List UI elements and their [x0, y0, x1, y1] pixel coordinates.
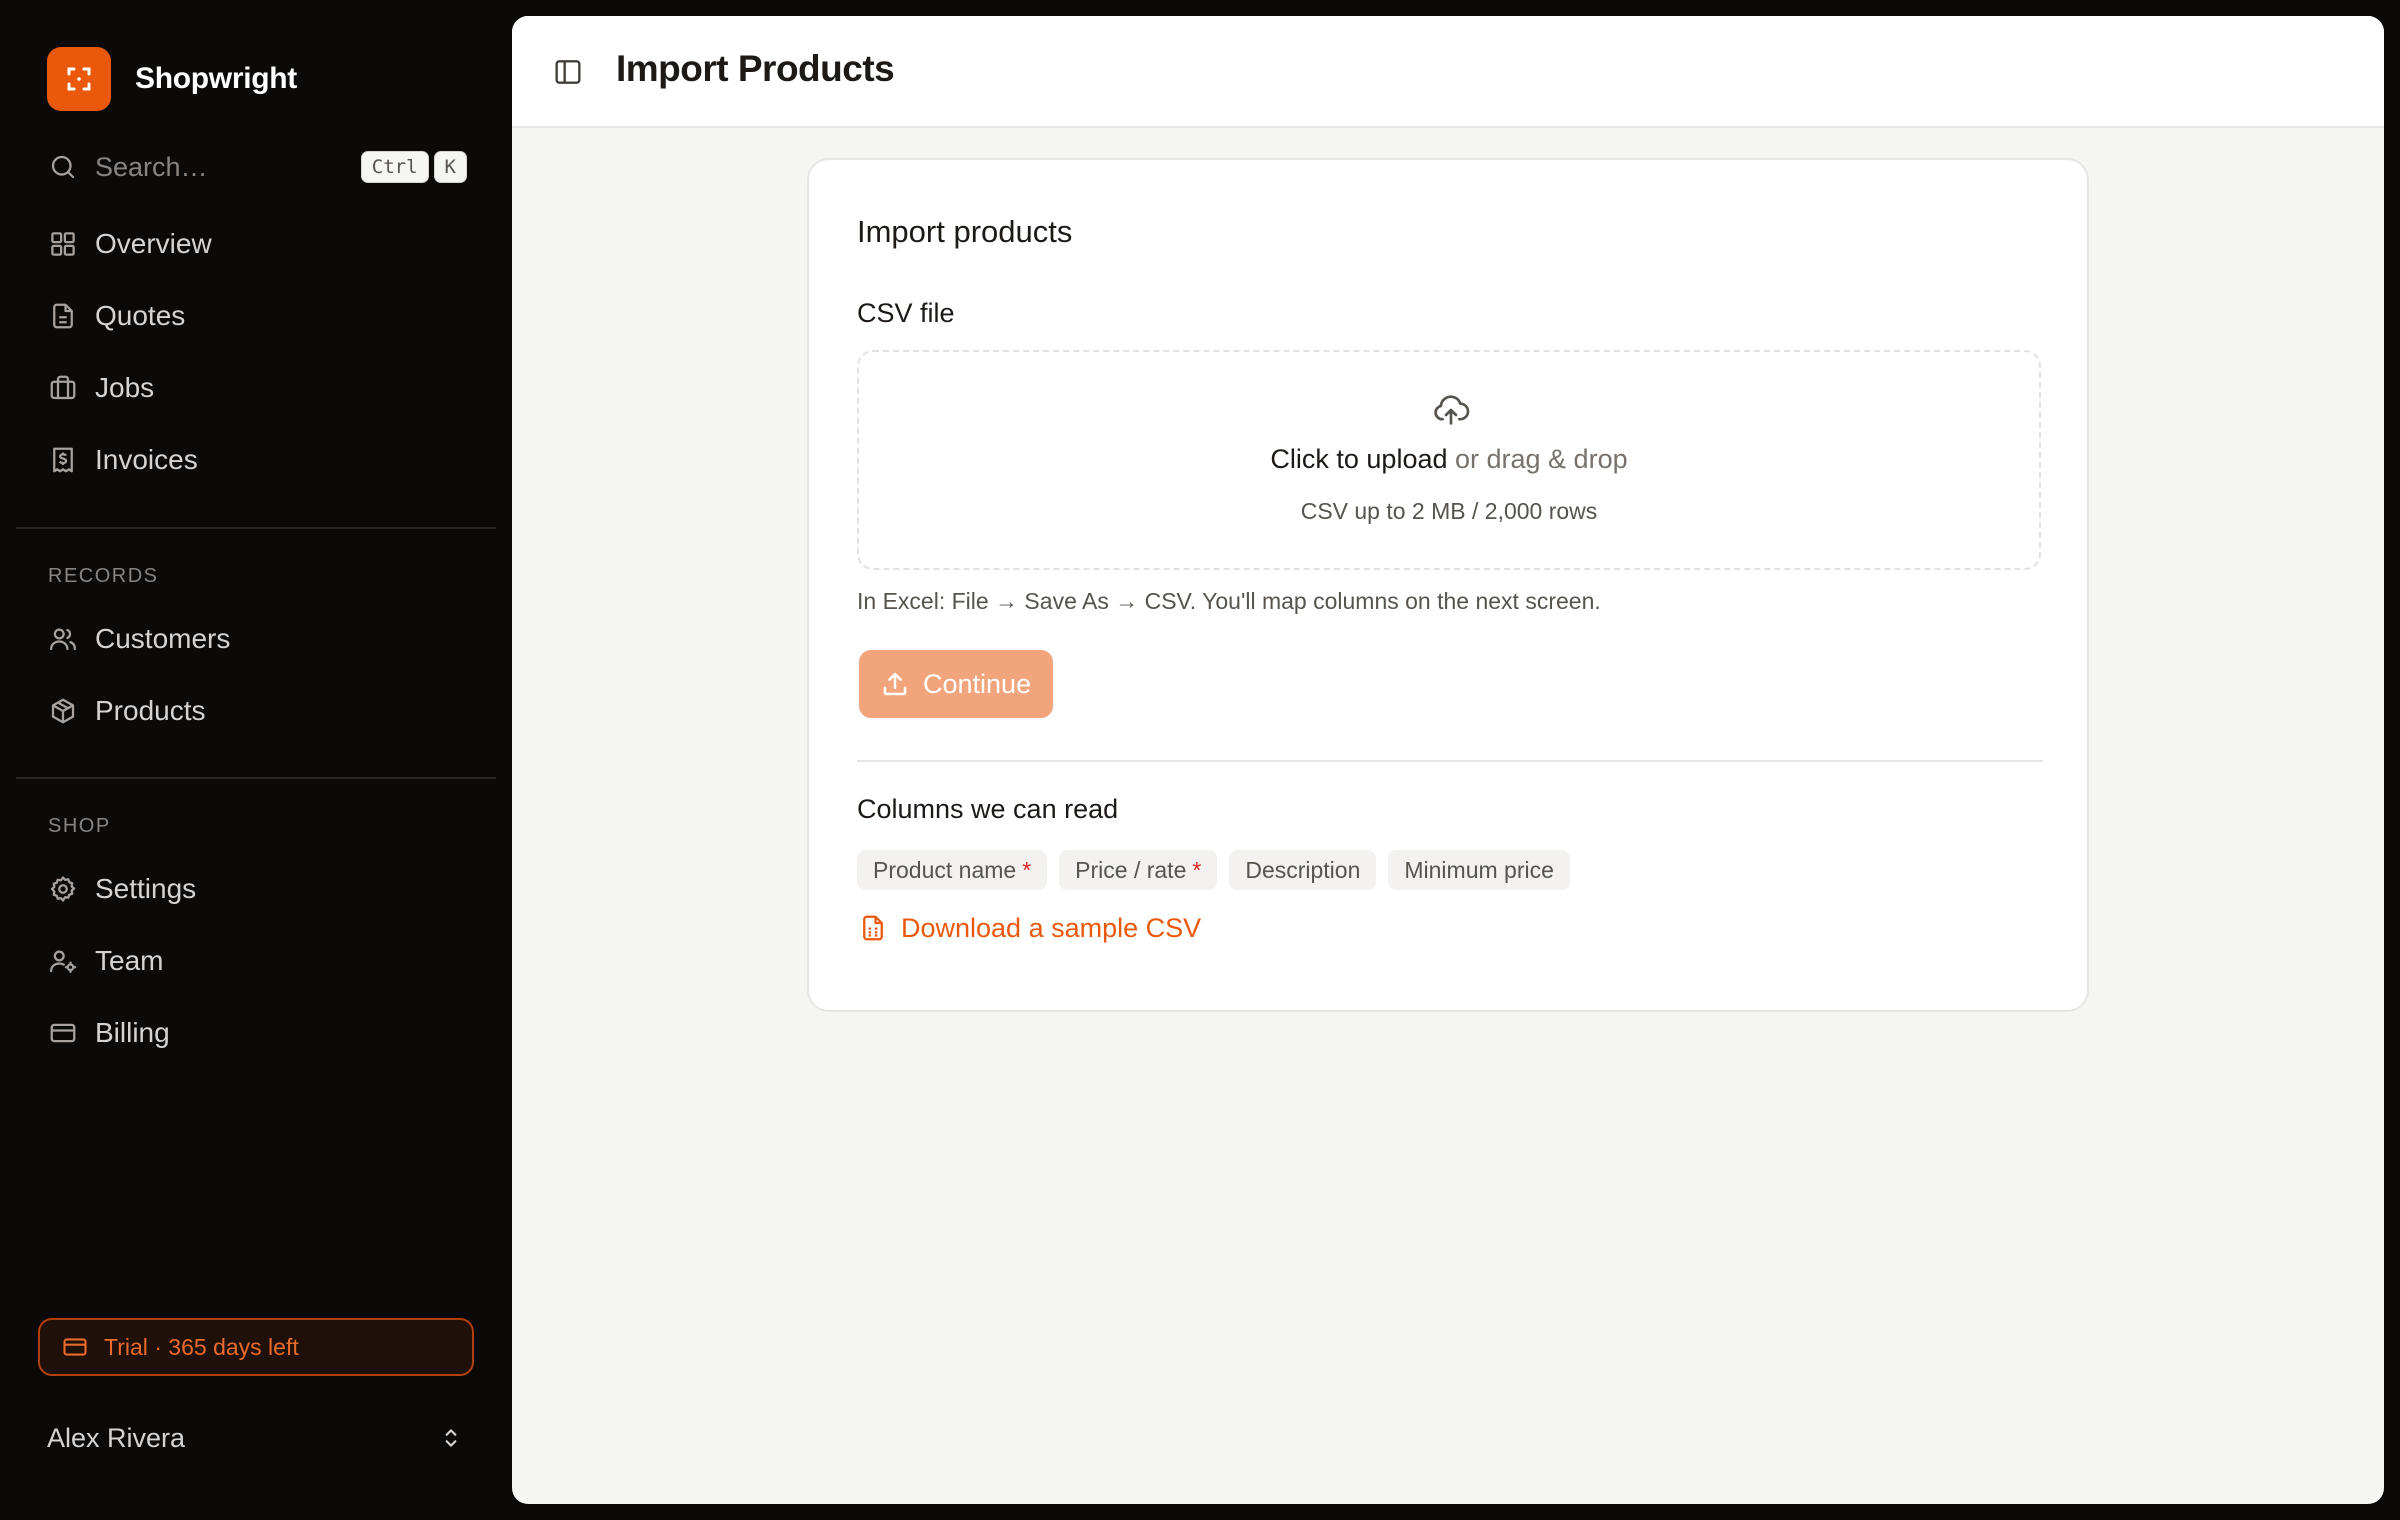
sidebar-item-settings[interactable]: Settings	[47, 867, 467, 911]
sidebar-item-billing[interactable]: Billing	[47, 1011, 467, 1055]
upload-icon	[879, 668, 911, 700]
document-icon	[47, 300, 79, 332]
logo-icon	[47, 47, 111, 111]
sidebar-item-label: Billing	[95, 1017, 170, 1048]
box-icon	[47, 695, 79, 727]
drag-drop-text: or drag & drop	[1447, 444, 1628, 474]
user-menu[interactable]: Alex Rivera	[47, 1416, 467, 1460]
sidebar-item-label: Overview	[95, 228, 212, 259]
help-text: In Excel: File → Save As → CSV. You'll m…	[857, 588, 1601, 614]
download-sample-label: Download a sample CSV	[901, 912, 1202, 943]
continue-label: Continue	[923, 668, 1032, 699]
card-title: Import products	[857, 214, 1073, 249]
column-chip-label: Minimum price	[1404, 856, 1554, 883]
gear-icon	[47, 873, 79, 905]
credit-card-icon	[47, 1017, 79, 1049]
trial-banner[interactable]: Trial · 365 days left	[38, 1318, 474, 1376]
main-panel: Import Products Import products CSV file…	[512, 16, 2384, 1504]
sidebar-item-customers[interactable]: Customers	[47, 617, 467, 661]
sidebar-item-label: Invoices	[95, 444, 198, 475]
records-nav: Customers Products	[47, 617, 467, 761]
dropzone-hint: CSV up to 2 MB / 2,000 rows	[1300, 498, 1598, 524]
kbd-k: K	[433, 151, 467, 183]
sidebar-item-label: Customers	[95, 623, 231, 654]
users-icon	[47, 623, 79, 655]
column-chip: Minimum price	[1388, 850, 1570, 890]
topbar: Import Products	[512, 16, 2384, 128]
grid-icon	[47, 228, 79, 260]
required-marker: *	[1192, 856, 1202, 883]
app-name: Shopwright	[135, 62, 297, 95]
column-chips: Product name * Price / rate * Descriptio…	[857, 850, 1570, 890]
shop-nav: Settings Team Billing	[47, 867, 467, 1083]
sidebar: Shopwright Search… Ctrl K Overview Quote…	[0, 0, 512, 1520]
spreadsheet-file-icon	[857, 912, 889, 944]
column-chip: Description	[1229, 850, 1377, 890]
sidebar-item-label: Team	[95, 945, 164, 976]
sidebar-item-quotes[interactable]: Quotes	[47, 294, 467, 338]
sidebar-divider	[16, 527, 496, 529]
import-card: Import products CSV file Click to upload…	[807, 158, 2089, 1012]
continue-button[interactable]: Continue	[859, 650, 1053, 718]
search-input[interactable]: Search… Ctrl K	[47, 145, 467, 189]
click-to-upload-text: Click to upload	[1270, 444, 1448, 474]
credit-card-icon	[60, 1332, 90, 1362]
cloud-upload-icon	[1431, 390, 1471, 430]
csv-file-label: CSV file	[857, 298, 955, 328]
sidebar-item-products[interactable]: Products	[47, 689, 467, 733]
section-title-records: RECORDS	[48, 565, 159, 587]
sidebar-toggle-icon[interactable]	[550, 54, 586, 90]
receipt-dollar-icon	[47, 444, 79, 476]
sidebar-item-label: Products	[95, 695, 206, 726]
required-marker: *	[1022, 856, 1032, 883]
download-sample-link[interactable]: Download a sample CSV	[857, 912, 1201, 944]
chevron-up-down-icon	[435, 1422, 467, 1454]
sidebar-item-label: Quotes	[95, 300, 186, 331]
brand[interactable]: Shopwright	[47, 47, 297, 111]
csv-dropzone[interactable]: Click to upload or drag & drop CSV up to…	[857, 350, 2041, 570]
kbd-ctrl: Ctrl	[360, 151, 429, 183]
column-chip-label: Product name	[873, 856, 1017, 883]
search-icon	[47, 151, 79, 183]
trial-label: Trial · 365 days left	[104, 1333, 299, 1360]
page-title: Import Products	[616, 48, 895, 89]
main-nav: Overview Quotes Jobs Invoices	[47, 222, 467, 510]
column-chip: Price / rate *	[1059, 850, 1218, 890]
column-chip-label: Price / rate	[1075, 856, 1187, 883]
sidebar-item-label: Settings	[95, 873, 197, 904]
sidebar-item-label: Jobs	[95, 372, 155, 403]
search-shortcut: Ctrl K	[360, 151, 467, 183]
column-chip-label: Description	[1245, 856, 1361, 883]
sidebar-item-team[interactable]: Team	[47, 939, 467, 983]
briefcase-icon	[47, 372, 79, 404]
user-name: Alex Rivera	[47, 1422, 186, 1453]
columns-title: Columns we can read	[857, 794, 1119, 824]
sidebar-item-invoices[interactable]: Invoices	[47, 438, 467, 482]
sidebar-item-overview[interactable]: Overview	[47, 222, 467, 266]
section-title-shop: SHOP	[48, 815, 111, 837]
sidebar-divider	[16, 777, 496, 779]
dropzone-text: Click to upload or drag & drop	[859, 444, 2039, 475]
column-chip: Product name *	[857, 850, 1048, 890]
search-placeholder: Search…	[95, 151, 208, 182]
sidebar-item-jobs[interactable]: Jobs	[47, 366, 467, 410]
user-cog-icon	[47, 945, 79, 977]
card-divider	[857, 760, 2043, 762]
